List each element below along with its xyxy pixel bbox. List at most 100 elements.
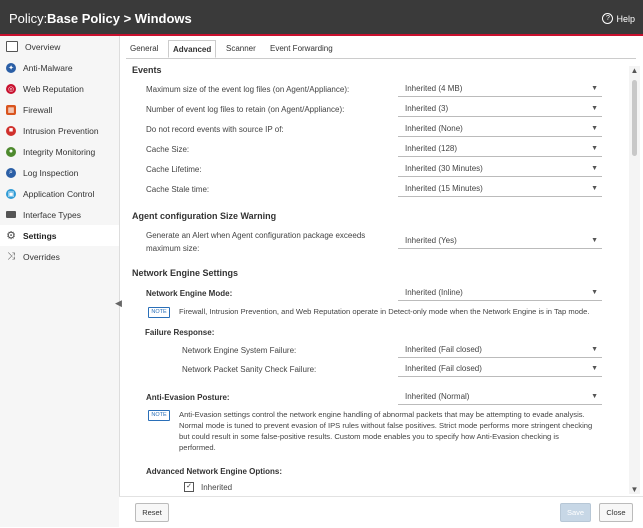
sidebar-item-label: Web Reputation xyxy=(23,83,84,94)
network-engine-heading: Network Engine Settings xyxy=(132,268,239,278)
chevron-down-icon: ▼ xyxy=(591,289,598,296)
tab-bar: General Advanced Scanner Event Forwardin… xyxy=(126,38,636,59)
note-badge: NOTE xyxy=(148,410,170,421)
event-log-size-label: Maximum size of the event log files (on … xyxy=(146,85,350,94)
system-failure-select[interactable]: Inherited (Fail closed) ▼ xyxy=(398,342,602,358)
sidebar-item-interface-types[interactable]: Interface Types xyxy=(0,204,119,225)
sidebar-item-overrides[interactable]: ⤨ Overrides xyxy=(0,246,119,267)
cache-lifetime-select[interactable]: Inherited (30 Minutes) ▼ xyxy=(398,161,602,177)
reset-button[interactable]: Reset xyxy=(135,503,169,522)
tab-scanner[interactable]: Scanner xyxy=(222,40,260,58)
sidebar-item-settings[interactable]: ⚙ Settings xyxy=(0,225,119,246)
chevron-down-icon: ▼ xyxy=(591,346,598,353)
anti-evasion-note-line1: Anti-Evasion settings control the networ… xyxy=(179,410,585,419)
sidebar-item-label: Interface Types xyxy=(23,209,81,220)
sidebar-item-overview[interactable]: Overview xyxy=(0,36,119,57)
overview-icon xyxy=(6,41,18,52)
sidebar-item-anti-malware[interactable]: ✦ Anti-Malware xyxy=(0,57,119,78)
chevron-down-icon: ▼ xyxy=(591,85,598,92)
tab-advanced[interactable]: Advanced xyxy=(168,40,217,58)
settings-icon: ⚙ xyxy=(6,230,16,242)
collapse-sidebar-icon[interactable]: ◀ xyxy=(115,298,122,312)
interface-types-icon xyxy=(6,211,16,218)
intrusion-prevention-icon: ■ xyxy=(6,125,16,136)
scroll-up-icon[interactable]: ▲ xyxy=(629,66,640,75)
sidebar-item-web-reputation[interactable]: ◎ Web Reputation xyxy=(0,78,119,99)
chevron-down-icon: ▼ xyxy=(591,145,598,152)
event-log-count-select[interactable]: Inherited (3) ▼ xyxy=(398,101,602,117)
sidebar: Overview ✦ Anti-Malware ◎ Web Reputation… xyxy=(0,36,122,527)
title-bar: Policy: Base Policy > Windows ? Help xyxy=(0,0,643,36)
agent-config-label-line1: Generate an Alert when Agent configurati… xyxy=(146,231,366,240)
scroll-down-icon[interactable]: ▼ xyxy=(629,485,640,494)
chevron-down-icon: ▼ xyxy=(591,185,598,192)
events-heading: Events xyxy=(132,65,162,75)
web-reputation-icon: ◎ xyxy=(6,83,16,94)
tab-general[interactable]: General xyxy=(126,40,162,58)
save-button[interactable]: Save xyxy=(560,503,591,522)
cache-lifetime-label: Cache Lifetime: xyxy=(146,165,202,174)
failure-response-heading: Failure Response: xyxy=(145,328,215,337)
sidebar-item-label: Settings xyxy=(23,230,57,241)
anti-evasion-note-line3: but could result in some false-positive … xyxy=(179,432,559,441)
settings-panel: Events Maximum size of the event log fil… xyxy=(126,59,630,492)
help-link[interactable]: ? Help xyxy=(602,13,635,24)
cache-size-select[interactable]: Inherited (128) ▼ xyxy=(398,141,602,157)
close-button[interactable]: Close xyxy=(599,503,633,522)
cache-stale-time-select[interactable]: Inherited (15 Minutes) ▼ xyxy=(398,181,602,197)
cache-stale-time-label: Cache Stale time: xyxy=(146,185,210,194)
sidebar-item-label: Overrides xyxy=(23,251,60,262)
network-engine-mode-label: Network Engine Mode: xyxy=(146,289,233,298)
chevron-down-icon: ▼ xyxy=(591,165,598,172)
ignore-source-ip-select[interactable]: Inherited (None) ▼ xyxy=(398,121,602,137)
application-control-icon: ▣ xyxy=(6,188,16,199)
inherited-checkbox-label: Inherited xyxy=(201,483,233,492)
anti-evasion-select[interactable]: Inherited (Normal) ▼ xyxy=(398,389,602,405)
sidebar-item-label: Application Control xyxy=(23,188,95,199)
agent-config-heading: Agent configuration Size Warning xyxy=(132,211,277,221)
sidebar-item-label: Integrity Monitoring xyxy=(23,146,96,157)
cache-size-label: Cache Size: xyxy=(146,145,190,154)
integrity-monitoring-icon: ● xyxy=(6,146,16,157)
inherited-checkbox[interactable]: ✓ xyxy=(184,482,194,492)
sidebar-item-intrusion-prevention[interactable]: ■ Intrusion Prevention xyxy=(0,120,119,141)
sidebar-item-label: Log Inspection xyxy=(23,167,79,178)
ignore-source-ip-label: Do not record events with source IP of: xyxy=(146,125,284,134)
firewall-icon: ▦ xyxy=(6,104,16,115)
sidebar-item-label: Overview xyxy=(25,41,61,52)
sanity-check-select[interactable]: Inherited (Fail closed) ▼ xyxy=(398,361,602,377)
sidebar-item-log-inspection[interactable]: ⌕ Log Inspection xyxy=(0,162,119,183)
scrollbar-thumb[interactable] xyxy=(632,80,637,156)
help-label: Help xyxy=(616,13,635,24)
title-prefix: Policy: xyxy=(9,11,48,26)
anti-evasion-note-line4: performed. xyxy=(179,443,216,452)
sidebar-item-firewall[interactable]: ▦ Firewall xyxy=(0,99,119,120)
sidebar-item-label: Intrusion Prevention xyxy=(23,125,99,136)
sidebar-item-label: Anti-Malware xyxy=(23,62,73,73)
footer-bar: Reset Save Close xyxy=(119,496,643,528)
anti-malware-icon: ✦ xyxy=(6,62,16,73)
sidebar-item-label: Firewall xyxy=(23,104,53,115)
chevron-down-icon: ▼ xyxy=(591,365,598,372)
network-engine-mode-select[interactable]: Inherited (Inline) ▼ xyxy=(398,285,602,301)
chevron-down-icon: ▼ xyxy=(591,105,598,112)
anti-evasion-label: Anti-Evasion Posture: xyxy=(146,393,230,402)
chevron-down-icon: ▼ xyxy=(591,393,598,400)
sidebar-item-application-control[interactable]: ▣ Application Control xyxy=(0,183,119,204)
page-title: Base Policy > Windows xyxy=(47,11,192,26)
sidebar-item-integrity-monitoring[interactable]: ● Integrity Monitoring xyxy=(0,141,119,162)
event-log-size-select[interactable]: Inherited (4 MB) ▼ xyxy=(398,81,602,97)
tab-event-forwarding[interactable]: Event Forwarding xyxy=(266,40,337,58)
advanced-options-heading: Advanced Network Engine Options: xyxy=(146,467,283,476)
event-log-count-label: Number of event log files to retain (on … xyxy=(146,105,345,114)
log-inspection-icon: ⌕ xyxy=(6,167,16,178)
overrides-icon: ⤨ xyxy=(7,251,15,262)
help-icon: ? xyxy=(602,13,614,24)
network-engine-mode-note: Firewall, Intrusion Prevention, and Web … xyxy=(179,307,590,316)
sanity-check-label: Network Packet Sanity Check Failure: xyxy=(182,365,317,374)
chevron-down-icon: ▼ xyxy=(591,125,598,132)
note-badge: NOTE xyxy=(148,307,170,318)
agent-config-alert-select[interactable]: Inherited (Yes) ▼ xyxy=(398,233,602,249)
vertical-scrollbar[interactable]: ▲ ▼ xyxy=(629,66,640,494)
anti-evasion-note-line2: Normal mode is tuned to prevent evasion … xyxy=(179,421,593,430)
